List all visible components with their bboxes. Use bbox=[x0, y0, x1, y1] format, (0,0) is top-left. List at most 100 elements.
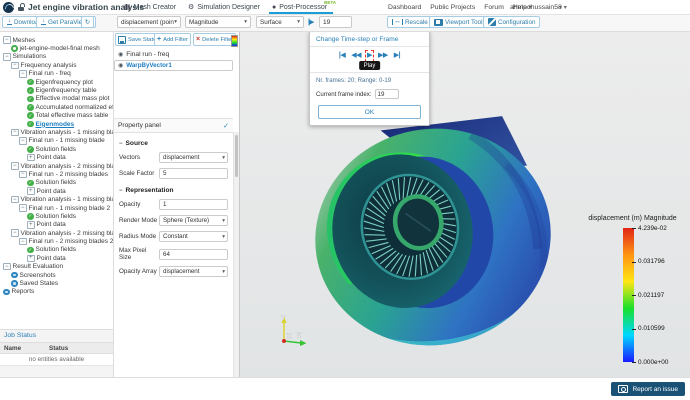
field-select-render-mode[interactable]: Sphere (Texture)▾ bbox=[159, 215, 228, 226]
colormap-icon[interactable] bbox=[231, 35, 238, 47]
tree-item-label: Vibration analysis - 1 missing blade 2 bbox=[21, 196, 114, 203]
play-button[interactable]: ▶ bbox=[367, 52, 372, 60]
tree-item-point-data[interactable]: +Point data bbox=[0, 187, 113, 195]
tab-mesh-creator[interactable]: ▦Mesh Creator bbox=[124, 0, 176, 14]
tree-item-point-data[interactable]: +Point data bbox=[0, 153, 113, 161]
tree-item-solution-fields[interactable]: ✓Solution fields bbox=[0, 212, 113, 220]
previous-frame-button[interactable]: ◀◀ bbox=[351, 52, 361, 60]
expand-icon: + bbox=[27, 154, 35, 162]
ok-button[interactable]: OK bbox=[318, 105, 421, 119]
representation-select[interactable]: Surface ▾ bbox=[256, 16, 304, 28]
collapse-icon: − bbox=[11, 129, 19, 137]
tab-post-processor[interactable]: ●Post-ProcessorBETA bbox=[272, 0, 327, 14]
job-status-panel: Job Status Name Status no entities avail… bbox=[0, 329, 113, 378]
report-issue-button[interactable]: Report an issue bbox=[611, 382, 685, 396]
last-frame-button[interactable]: ▶| bbox=[394, 52, 400, 60]
property-row-scale-factor: Scale Factor bbox=[119, 168, 228, 179]
tree-item-point-data[interactable]: +Point data bbox=[0, 254, 113, 262]
nav-public-projects[interactable]: Public Projects bbox=[430, 4, 475, 11]
tree-item-screenshots[interactable]: Screenshots bbox=[0, 271, 113, 279]
play-tooltip: Play bbox=[359, 61, 381, 70]
property-panel-header[interactable]: Property panel ✓ bbox=[114, 118, 233, 133]
axis-y-label: Y bbox=[281, 315, 286, 322]
field-input-opacity[interactable] bbox=[159, 199, 228, 210]
section-header-representation[interactable]: −Representation bbox=[119, 187, 228, 194]
nav-forum[interactable]: Forum bbox=[484, 4, 504, 11]
rescale-button[interactable]: ↔ Rescale bbox=[387, 16, 433, 28]
blue-icon bbox=[11, 280, 18, 287]
field-select[interactable]: displacement (point data) ▾ bbox=[117, 16, 181, 28]
tree-item-final-run-2-missing-blades-2[interactable]: −Final run - 2 missing blades 2 bbox=[0, 237, 113, 245]
field-select-value: displacement (point data) bbox=[121, 19, 174, 26]
tree-item-eigenfrequency-plot[interactable]: ✓Eigenfrequency plot bbox=[0, 78, 113, 86]
viewport-tools-button[interactable]: Viewport Tools bbox=[429, 16, 491, 28]
component-select[interactable]: Magnitude ▾ bbox=[185, 16, 251, 28]
refresh-button[interactable]: ↻ bbox=[81, 16, 94, 28]
tree-item-point-data[interactable]: +Point data bbox=[0, 221, 113, 229]
camera-icon bbox=[618, 385, 628, 393]
field-input-scale-factor[interactable] bbox=[159, 168, 228, 179]
nav-dashboard[interactable]: Dashboard bbox=[388, 4, 421, 11]
frame-number-input[interactable] bbox=[319, 16, 352, 28]
tree-item-frequency-analysis[interactable]: −Frequency analysis bbox=[0, 61, 113, 69]
play-frame-icon[interactable]: |▶ bbox=[308, 16, 313, 28]
check-icon: ✓ bbox=[27, 180, 34, 187]
caret-down-icon: ▾ bbox=[222, 234, 225, 240]
add-filter-button[interactable]: + Add Filter bbox=[154, 33, 191, 46]
tree-item-result-evaluation[interactable]: −Result Evaluation bbox=[0, 263, 113, 271]
legend-tick bbox=[632, 362, 636, 363]
tree-item-solution-fields[interactable]: ✓Solution fields bbox=[0, 145, 113, 153]
tree-item-vibration-analysis-1-missing-blade[interactable]: −Vibration analysis - 1 missing blade bbox=[0, 128, 113, 136]
field-select-radius-mode[interactable]: Constant▾ bbox=[159, 231, 228, 242]
tree-item-eigenmodes[interactable]: ✓Eigenmodes bbox=[0, 120, 113, 128]
scrollbar-thumb[interactable] bbox=[235, 135, 238, 177]
next-frame-button[interactable]: ▶▶ bbox=[378, 52, 388, 60]
field-select-vectors[interactable]: displacement▾ bbox=[159, 152, 228, 163]
tree-item-eigenfrequency-table[interactable]: ✓Eigenfrequency table bbox=[0, 86, 113, 94]
filter-item-warpbyvector1[interactable]: ◉WarpByVector1 bbox=[114, 60, 233, 71]
field-input-max-pixel-size[interactable] bbox=[159, 249, 228, 260]
tree-item-reports[interactable]: Reports bbox=[0, 288, 113, 296]
filter-list: ◉Final run - freq◉WarpByVector1 bbox=[114, 49, 233, 117]
tree-item-final-run-2-missing-blades[interactable]: −Final run - 2 missing blades bbox=[0, 170, 113, 178]
tree-item-final-run-1-missing-blade-2[interactable]: −Final run - 1 missing blade 2 bbox=[0, 204, 113, 212]
caret-down-icon: ▾ bbox=[222, 269, 225, 275]
tree-item-vibration-analysis-2-missing-blades-2[interactable]: −Vibration analysis - 2 missing blades 2 bbox=[0, 229, 113, 237]
first-frame-button[interactable]: |◀ bbox=[339, 52, 345, 60]
tree-item-vibration-analysis-1-missing-blade-2[interactable]: −Vibration analysis - 1 missing blade 2 bbox=[0, 195, 113, 203]
filter-item-final-run-freq[interactable]: ◉Final run - freq bbox=[114, 49, 233, 60]
tree-item-final-run-freq[interactable]: −Final run - freq bbox=[0, 70, 113, 78]
tree-item-final-run-1-missing-blade[interactable]: −Final run - 1 missing blade bbox=[0, 137, 113, 145]
tree-item-label: Point data bbox=[37, 221, 66, 228]
section-header-source[interactable]: −Source bbox=[119, 140, 228, 147]
property-content: −SourceVectorsdisplacement▾Scale Factor−… bbox=[114, 132, 233, 378]
delete-filter-button[interactable]: × Delete Filter bbox=[193, 33, 236, 46]
tree-item-total-effective-mass-table[interactable]: ✓Total effective mass table bbox=[0, 112, 113, 120]
save-state-button[interactable]: Save State bbox=[115, 33, 159, 46]
collapse-icon: − bbox=[11, 196, 19, 204]
tab-simulation-designer[interactable]: ⚙Simulation Designer bbox=[188, 0, 260, 14]
check-icon: ✓ bbox=[223, 122, 229, 130]
field-select-opacity-array[interactable]: displacement▾ bbox=[159, 266, 228, 277]
chevron-down-icon: ▾ bbox=[564, 4, 567, 11]
tree-item-effective-modal-mass-plot[interactable]: ✓Effective modal mass plot bbox=[0, 95, 113, 103]
scrollbar-track[interactable] bbox=[233, 132, 239, 378]
tree-item-label: Effective modal mass plot bbox=[36, 95, 110, 102]
collapse-icon: − bbox=[11, 62, 19, 70]
viewport-3d[interactable]: Y X Z Change Time-step or Frame |◀◀◀▶▶▶▶… bbox=[240, 31, 690, 378]
tree-item-jet-engine-model-final-mesh[interactable]: jet-engine-model-final mesh bbox=[0, 44, 113, 52]
current-frame-input[interactable] bbox=[375, 89, 399, 99]
tree-item-accumulated-normalized-effective[interactable]: ✓Accumulated normalized effective ... bbox=[0, 103, 113, 111]
tree-item-solution-fields[interactable]: ✓Solution fields bbox=[0, 179, 113, 187]
color-legend: displacement (m) Magnitude 4.239e-020.03… bbox=[570, 215, 690, 375]
tree-item-meshes[interactable]: −Meshes bbox=[0, 36, 113, 44]
tree-item-vibration-analysis-2-missing-blades[interactable]: −Vibration analysis - 2 missing blades bbox=[0, 162, 113, 170]
tree-item-simulations[interactable]: −Simulations bbox=[0, 53, 113, 61]
tree-item-saved-states[interactable]: Saved States bbox=[0, 279, 113, 287]
configuration-button[interactable]: Configuration bbox=[483, 16, 540, 28]
field-label: Opacity bbox=[119, 201, 159, 208]
tree-item-label: Final run - 2 missing blades 2 bbox=[29, 238, 114, 245]
tree-item-solution-fields[interactable]: ✓Solution fields bbox=[0, 246, 113, 254]
simscale-logo-icon[interactable] bbox=[3, 2, 14, 13]
apps-menu[interactable]: ▾ bbox=[559, 0, 562, 14]
